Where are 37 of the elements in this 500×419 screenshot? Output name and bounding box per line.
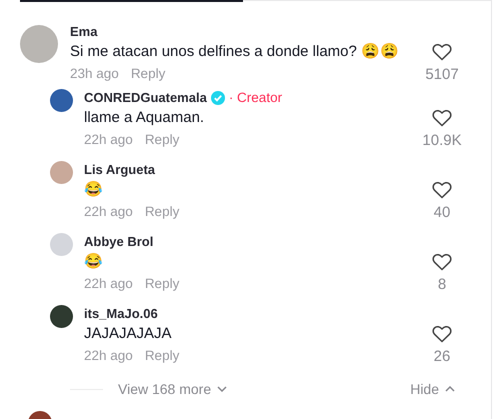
reply-link[interactable]: Reply	[144, 345, 180, 367]
heart-icon[interactable]	[432, 181, 452, 199]
like-count: 5107	[425, 66, 459, 82]
reply-link[interactable]: Reply	[144, 129, 180, 151]
heart-icon[interactable]	[432, 325, 452, 343]
hide-replies-link[interactable]: Hide	[410, 381, 455, 397]
username[interactable]: Lis Argueta	[84, 161, 156, 179]
username[interactable]: CONREDGuatemala	[84, 89, 207, 107]
view-more-replies-link[interactable]: View 168 more	[118, 381, 228, 397]
avatar-photo-placeholder[interactable]	[50, 305, 73, 328]
avatar-photo-placeholder[interactable]	[50, 89, 73, 112]
timestamp: 22h ago	[84, 347, 133, 365]
username[interactable]: Ema	[70, 23, 98, 41]
comment-text: 😂	[84, 252, 103, 272]
reply-link[interactable]: Reply	[144, 201, 180, 223]
comment-text: llame a Aquaman.	[84, 108, 204, 128]
creator-label: · Creator	[228, 89, 282, 107]
timestamp: 23h ago	[70, 65, 119, 83]
reply-link[interactable]: Reply	[144, 273, 180, 295]
like-count: 8	[438, 276, 446, 292]
heart-icon[interactable]	[432, 43, 452, 61]
like-count: 40	[434, 204, 450, 220]
heart-icon[interactable]	[432, 109, 452, 127]
username[interactable]: Abbye Brol	[84, 233, 154, 251]
comment-text: JAJAJAJAJA	[84, 324, 172, 344]
chevron-up-icon[interactable]	[445, 386, 455, 392]
reply-link[interactable]: Reply	[130, 63, 166, 85]
comment-text: 😂	[84, 180, 103, 200]
comment-text: Si me atacan unos delfines a donde llamo? 😩😩	[70, 42, 400, 62]
like-count: 10.9K	[422, 132, 462, 148]
heart-icon[interactable]	[432, 253, 452, 271]
timestamp: 22h ago	[84, 131, 133, 149]
timestamp: 22h ago	[84, 275, 133, 293]
like-count: 26	[434, 348, 450, 364]
timestamp: 22h ago	[84, 203, 133, 221]
username[interactable]: its_MaJo.06	[84, 305, 158, 323]
chevron-down-icon[interactable]	[217, 386, 228, 392]
